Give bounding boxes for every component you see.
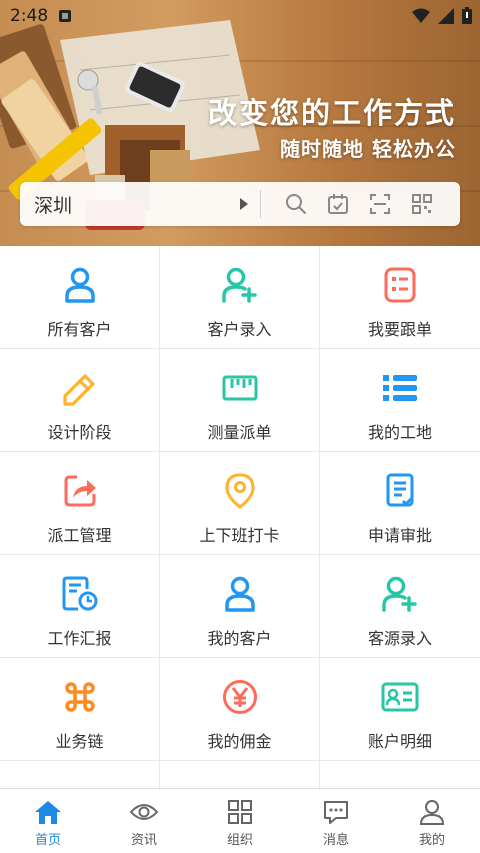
grid-icon: [225, 797, 255, 827]
grid-item[interactable]: 工作汇报: [0, 555, 160, 658]
scan-icon: [370, 194, 390, 214]
grid-item[interactable]: 上下班打卡: [160, 452, 320, 555]
list-card-icon: [381, 266, 419, 304]
grid-item-label: 我的工地: [367, 423, 432, 442]
grid-item-partial[interactable]: [160, 761, 320, 788]
chat-icon: [321, 797, 351, 827]
feature-grid: 所有客户 客户录入 我要跟单设计阶段 测量派单 我的工地派工管理 上下班打卡 申请审批工作汇…: [0, 246, 480, 788]
app-screen: 改变您的工作方式 随时随地 轻松办公 2:48 深圳 所有客户 客户录入 我要跟单设: [0, 0, 480, 853]
grid-item[interactable]: 设计阶段: [0, 349, 160, 452]
nav-item-home[interactable]: 首页: [0, 789, 96, 853]
nav-item-label: 我的: [418, 833, 445, 848]
grid-item-label: 客源录入: [367, 629, 432, 648]
nav-item-grid[interactable]: 组织: [192, 789, 288, 853]
pencil-icon: [61, 369, 99, 407]
nav-item-label: 首页: [34, 833, 61, 848]
grid-item-label: 我要跟单: [367, 320, 432, 339]
grid-item[interactable]: 账户明细: [320, 658, 480, 761]
report-clock-icon: [61, 575, 99, 613]
grid-item-label: 派工管理: [47, 526, 112, 545]
user-add-icon: [381, 575, 419, 613]
grid-item[interactable]: 申请审批: [320, 452, 480, 555]
id-card-icon: [381, 678, 419, 716]
grid-item-label: 所有客户: [47, 320, 112, 339]
grid-item-label: 设计阶段: [47, 423, 112, 442]
bottom-navigation: 首页 资讯 组织 消息 我的: [0, 788, 480, 853]
city-search-bar: 深圳: [20, 182, 460, 226]
nav-item-profile[interactable]: 我的: [384, 789, 480, 853]
grid-item-label: 上下班打卡: [199, 526, 280, 545]
document-icon: [381, 472, 419, 510]
share-icon: [61, 472, 99, 510]
grid-item-label: 业务链: [55, 732, 104, 751]
grid-item[interactable]: 业务链: [0, 658, 160, 761]
profile-icon: [417, 797, 447, 827]
grid-item-label: 我的客户: [207, 629, 272, 648]
command-icon: [61, 678, 99, 716]
calendar-icon: [328, 194, 348, 214]
status-time: 2:48: [10, 6, 49, 26]
nav-item-label: 组织: [226, 833, 253, 848]
grid-item-partial[interactable]: [0, 761, 160, 788]
grid-item[interactable]: 所有客户: [0, 246, 160, 349]
grid-item[interactable]: 我要跟单: [320, 246, 480, 349]
grid-item-label: 客户录入: [207, 320, 272, 339]
status-bar: 2:48: [0, 0, 480, 32]
nav-item-label: 消息: [322, 833, 349, 848]
grid-item-label: 账户明细: [367, 732, 432, 751]
grid-item-label: 工作汇报: [47, 629, 112, 648]
city-selector[interactable]: 深圳: [34, 191, 234, 218]
notification-icon: [59, 10, 71, 22]
eye-icon: [129, 797, 159, 827]
yen-coin-icon: [221, 678, 259, 716]
nav-item-eye[interactable]: 资讯: [96, 789, 192, 853]
scan-button[interactable]: [359, 182, 401, 226]
banner-subline: 随时随地 轻松办公: [280, 137, 456, 161]
grid-item[interactable]: 我的工地: [320, 349, 480, 452]
bullet-list-icon: [381, 369, 419, 407]
qr-code-button[interactable]: [401, 182, 443, 226]
grid-item-partial[interactable]: [320, 761, 480, 788]
ruler-icon: [221, 369, 259, 407]
banner-headline: 改变您的工作方式: [207, 96, 456, 130]
qr-code-icon: [412, 194, 432, 214]
search-icon: [286, 194, 306, 214]
grid-item[interactable]: 派工管理: [0, 452, 160, 555]
grid-item-label: 申请审批: [367, 526, 432, 545]
grid-item[interactable]: 客源录入: [320, 555, 480, 658]
user-icon: [61, 266, 99, 304]
nav-item-label: 资讯: [130, 833, 157, 848]
user-add-icon: [221, 266, 259, 304]
grid-item[interactable]: 客户录入: [160, 246, 320, 349]
battery-icon: [462, 7, 472, 24]
wifi-icon: [412, 8, 430, 23]
signal-icon: [438, 7, 454, 24]
grid-item[interactable]: 我的客户: [160, 555, 320, 658]
grid-item[interactable]: 我的佣金: [160, 658, 320, 761]
user-icon: [221, 575, 259, 613]
search-divider: [260, 190, 261, 218]
search-button[interactable]: [275, 182, 317, 226]
home-icon: [33, 797, 63, 827]
caret-right-icon[interactable]: [240, 198, 248, 210]
calendar-button[interactable]: [317, 182, 359, 226]
grid-item-label: 我的佣金: [207, 732, 272, 751]
location-pin-icon: [221, 472, 259, 510]
grid-item-label: 测量派单: [207, 423, 272, 442]
grid-item[interactable]: 测量派单: [160, 349, 320, 452]
nav-item-chat[interactable]: 消息: [288, 789, 384, 853]
